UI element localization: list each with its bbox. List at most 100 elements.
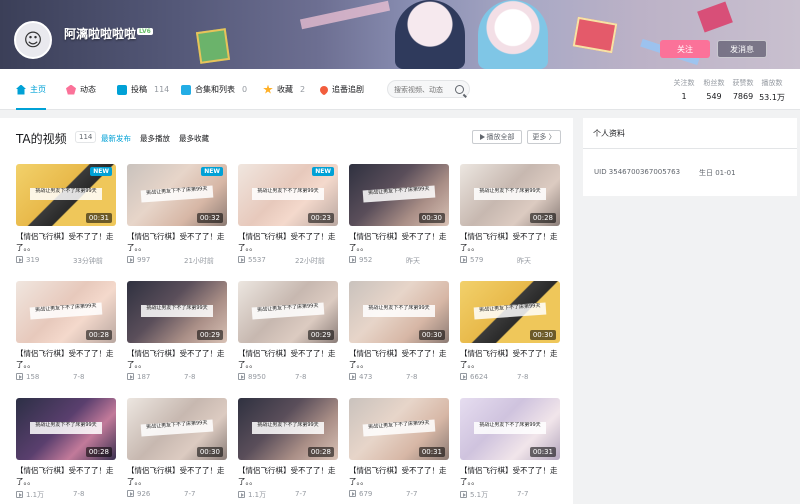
send-message-button[interactable]: 发消息 (717, 40, 767, 58)
birthday-text: 生日 01-01 (699, 169, 736, 177)
tab-favorites[interactable]: 收藏 2 (263, 69, 305, 110)
video-card[interactable]: 挑战让男友下不了床第99天 00:30 【情侣飞行棋】受不了了！走了。。 473 7-8 (349, 281, 449, 391)
video-thumbnail[interactable]: 挑战让男友下不了床第99天 NEW 00:32 (127, 164, 227, 226)
home-icon (16, 84, 26, 95)
banner-character-image (478, 0, 548, 69)
video-title[interactable]: 【情侣飞行棋】受不了了！走了。。 (127, 231, 227, 253)
video-title[interactable]: 【情侣飞行棋】受不了了！走了。。 (349, 231, 449, 253)
video-thumbnail[interactable]: 挑战让男友下不了床第99天 00:29 (127, 281, 227, 343)
video-duration: 00:23 (307, 213, 334, 223)
thumbnail-caption: 挑战让男友下不了床第99天 (29, 302, 103, 320)
video-card[interactable]: 挑战让男友下不了床第99天 00:29 【情侣飞行棋】受不了了！走了。。 187 7-8 (127, 281, 227, 391)
video-card[interactable]: 挑战让男友下不了床第99天 00:28 【情侣飞行棋】受不了了！走了。。 1.1万 7-… (238, 398, 338, 504)
more-button[interactable]: 更多 〉 (527, 130, 561, 144)
video-thumbnail[interactable]: 挑战让男友下不了床第99天 00:30 (349, 164, 449, 226)
video-date: 7-7 (184, 490, 196, 498)
video-date: 昨天 (406, 257, 420, 265)
video-thumbnail[interactable]: 挑战让男友下不了床第99天 00:31 (460, 398, 560, 460)
video-duration: 00:30 (196, 447, 223, 457)
video-title[interactable]: 【情侣飞行棋】受不了了！走了。。 (460, 465, 560, 487)
video-date: 21小时前 (184, 257, 214, 265)
sort-most-played[interactable]: 最多播放 (140, 133, 170, 144)
video-card[interactable]: 挑战让男友下不了床第99天 NEW 00:32 【情侣飞行棋】受不了了！走了。。 997… (127, 164, 227, 274)
collection-icon (181, 84, 191, 95)
play-count-icon (16, 491, 23, 498)
tab-label: 追番追剧 (332, 85, 364, 94)
video-thumbnail[interactable]: 挑战让男友下不了床第99天 00:28 (16, 281, 116, 343)
new-badge: NEW (201, 167, 223, 176)
avatar[interactable]: ☺ (14, 21, 52, 59)
play-count-icon (238, 373, 245, 380)
video-date: 7-8 (517, 373, 529, 381)
space-search-box[interactable] (387, 80, 470, 98)
video-title[interactable]: 【情侣飞行棋】受不了了！走了。。 (349, 465, 449, 487)
video-thumbnail[interactable]: 挑战让男友下不了床第99天 00:30 (460, 281, 560, 343)
play-count-icon (16, 256, 23, 263)
thumbnail-caption: 挑战让男友下不了床第99天 (252, 188, 324, 200)
search-icon[interactable] (455, 85, 464, 94)
thumbnail-caption: 挑战让男友下不了床第99天 (473, 302, 547, 320)
video-thumbnail[interactable]: 挑战让男友下不了床第99天 00:29 (238, 281, 338, 343)
video-title[interactable]: 【情侣飞行棋】受不了了！走了。。 (460, 231, 560, 253)
video-views: 187 (137, 373, 151, 381)
video-date: 7-8 (406, 373, 418, 381)
video-card[interactable]: 挑战让男友下不了床第99天 00:30 【情侣飞行棋】受不了了！走了。。 952 昨天 (349, 164, 449, 274)
video-card[interactable]: 挑战让男友下不了床第99天 00:28 【情侣飞行棋】受不了了！走了。。 579 昨天 (460, 164, 560, 274)
video-views: 5537 (248, 256, 266, 264)
video-thumbnail[interactable]: 挑战让男友下不了床第99天 NEW 00:23 (238, 164, 338, 226)
video-title[interactable]: 【情侣飞行棋】受不了了！走了。。 (349, 348, 449, 370)
video-card[interactable]: 挑战让男友下不了床第99天 NEW 00:23 【情侣飞行棋】受不了了！走了。。 553… (238, 164, 338, 274)
video-thumbnail[interactable]: 挑战让男友下不了床第99天 00:30 (349, 281, 449, 343)
play-icon (479, 134, 485, 140)
tab-home[interactable]: 主页 (16, 69, 46, 110)
video-title[interactable]: 【情侣飞行棋】受不了了！走了。。 (16, 465, 116, 487)
video-date: 昨天 (517, 257, 531, 265)
video-title[interactable]: 【情侣飞行棋】受不了了！走了。。 (238, 348, 338, 370)
tab-label: 收藏 (277, 85, 293, 94)
video-card[interactable]: 挑战让男友下不了床第99天 NEW 00:31 【情侣飞行棋】受不了了！走了。。 319… (16, 164, 116, 274)
tab-bangumi[interactable]: 追番追剧 (318, 69, 364, 110)
video-title[interactable]: 【情侣飞行棋】受不了了！走了。。 (460, 348, 560, 370)
video-thumbnail[interactable]: 挑战让男友下不了床第99天 NEW 00:31 (16, 164, 116, 226)
video-card[interactable]: 挑战让男友下不了床第99天 00:28 【情侣飞行棋】受不了了！走了。。 158 7-8 (16, 281, 116, 391)
video-card[interactable]: 挑战让男友下不了床第99天 00:29 【情侣飞行棋】受不了了！走了。。 8950 7-… (238, 281, 338, 391)
search-input[interactable] (394, 84, 454, 95)
tab-uploads[interactable]: 投稿 114 (117, 69, 169, 110)
thumbnail-caption: 挑战让男友下不了床第99天 (140, 185, 214, 203)
video-date: 7-8 (184, 373, 196, 381)
play-count-icon (460, 491, 467, 498)
play-count-icon (127, 490, 134, 497)
video-thumbnail[interactable]: 挑战让男友下不了床第99天 00:28 (16, 398, 116, 460)
video-thumbnail[interactable]: 挑战让男友下不了床第99天 00:28 (460, 164, 560, 226)
tab-count: 114 (154, 85, 170, 94)
video-card[interactable]: 挑战让男友下不了床第99天 00:31 【情侣飞行棋】受不了了！走了。。 679 7-7 (349, 398, 449, 504)
sort-latest[interactable]: 最新发布 (101, 133, 131, 144)
video-title[interactable]: 【情侣飞行棋】受不了了！走了。。 (16, 348, 116, 370)
video-title[interactable]: 【情侣飞行棋】受不了了！走了。。 (238, 465, 338, 487)
play-all-button[interactable]: 播放全部 (472, 130, 522, 144)
play-all-label: 播放全部 (486, 133, 515, 141)
level-badge: LV6 (137, 28, 153, 35)
video-thumbnail[interactable]: 挑战让男友下不了床第99天 00:31 (349, 398, 449, 460)
thumbnail-caption: 挑战让男友下不了床第99天 (140, 419, 214, 437)
video-card[interactable]: 挑战让男友下不了床第99天 00:28 【情侣飞行棋】受不了了！走了。。 1.1万 7-… (16, 398, 116, 504)
video-thumbnail[interactable]: 挑战让男友下不了床第99天 00:28 (238, 398, 338, 460)
sort-most-favorited[interactable]: 最多收藏 (179, 133, 209, 144)
follow-button[interactable]: 关注 (660, 40, 710, 58)
video-duration: 00:28 (85, 330, 112, 340)
username[interactable]: 阿漓啦啦啦啦 (64, 25, 136, 42)
thumbnail-caption: 挑战让男友下不了床第99天 (141, 305, 213, 317)
video-views: 579 (470, 256, 484, 264)
video-title[interactable]: 【情侣飞行棋】受不了了！走了。。 (127, 348, 227, 370)
video-title[interactable]: 【情侣飞行棋】受不了了！走了。。 (127, 465, 227, 487)
video-title[interactable]: 【情侣飞行棋】受不了了！走了。。 (238, 231, 338, 253)
video-card[interactable]: 挑战让男友下不了床第99天 00:30 【情侣飞行棋】受不了了！走了。。 6624 7-… (460, 281, 560, 391)
tab-collections[interactable]: 合集和列表 0 (181, 69, 247, 110)
thumbnail-caption: 挑战让男友下不了床第99天 (30, 422, 102, 434)
video-card[interactable]: 挑战让男友下不了床第99天 00:31 【情侣飞行棋】受不了了！走了。。 5.1万 7-… (460, 398, 560, 504)
video-duration: 00:31 (418, 447, 445, 457)
video-thumbnail[interactable]: 挑战让男友下不了床第99天 00:30 (127, 398, 227, 460)
video-card[interactable]: 挑战让男友下不了床第99天 00:30 【情侣飞行棋】受不了了！走了。。 926 7-7 (127, 398, 227, 504)
tab-dynamic[interactable]: 动态 (66, 69, 96, 110)
video-title[interactable]: 【情侣飞行棋】受不了了！走了。。 (16, 231, 116, 253)
